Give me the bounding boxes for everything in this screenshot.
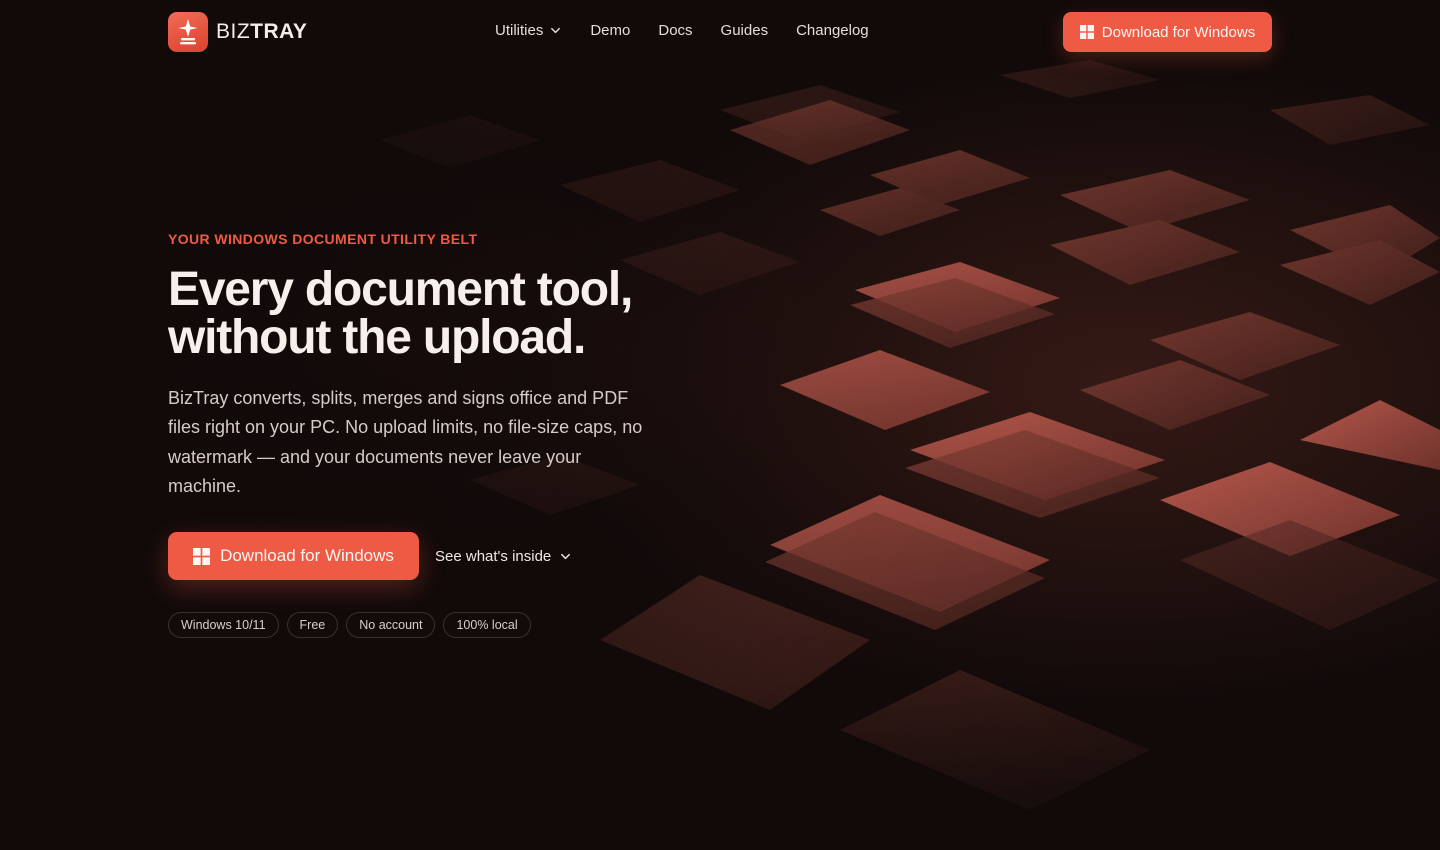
nav-item-utilities[interactable]: Utilities	[495, 22, 562, 39]
nav-item-label: Docs	[658, 22, 693, 39]
primary-download-label: Download for Windows	[220, 546, 394, 565]
header-download-label: Download for Windows	[1101, 23, 1256, 41]
nav-item-label: Demo	[590, 22, 631, 39]
brand-logo[interactable]: BIZTRAY	[168, 12, 307, 52]
main-nav: Utilities Demo Docs Guides Changelog	[495, 22, 897, 39]
feature-tags: Windows 10/11 Free No account 100% local	[168, 612, 531, 638]
tag-windows-version: Windows 10/11	[168, 612, 279, 638]
see-inside-link[interactable]: See what's inside	[435, 545, 572, 567]
nav-item-docs[interactable]: Docs	[658, 22, 692, 39]
nav-item-changelog[interactable]: Changelog	[796, 22, 869, 39]
tag-no-account: No account	[346, 612, 436, 638]
hero-title: Every document tool, without the upload.	[168, 266, 728, 362]
tag-local: 100% local	[443, 612, 531, 638]
nav-item-label: Utilities	[495, 22, 544, 39]
see-inside-label: See what's inside	[435, 547, 552, 565]
brand-wordmark: BIZTRAY	[216, 20, 307, 44]
hero-description: BizTray converts, splits, merges and sig…	[168, 388, 643, 496]
windows-icon	[193, 547, 211, 565]
hero-eyebrow: YOUR WINDOWS DOCUMENT UTILITY BELT	[168, 231, 478, 247]
nav-item-label: Changelog	[796, 22, 869, 39]
header-download-button[interactable]: Download for Windows	[1063, 12, 1272, 52]
hero-title-line-2: without the upload.	[168, 311, 586, 364]
nav-item-guides[interactable]: Guides	[721, 22, 769, 39]
brand-name-light: BIZ	[216, 20, 251, 43]
brand-name-bold: TRAY	[250, 20, 308, 43]
site-header: BIZTRAY Utilities Demo Docs Guides Chang…	[0, 0, 1440, 64]
logo-icon	[168, 12, 208, 52]
primary-download-button[interactable]: Download for Windows	[168, 532, 419, 580]
windows-icon	[1079, 25, 1094, 39]
chevron-down-icon	[551, 27, 561, 34]
nav-item-demo[interactable]: Demo	[590, 22, 630, 39]
hero-title-line-1: Every document tool,	[168, 263, 633, 316]
nav-item-label: Guides	[720, 22, 769, 39]
chevron-down-icon	[561, 553, 571, 559]
tag-free: Free	[286, 612, 339, 638]
